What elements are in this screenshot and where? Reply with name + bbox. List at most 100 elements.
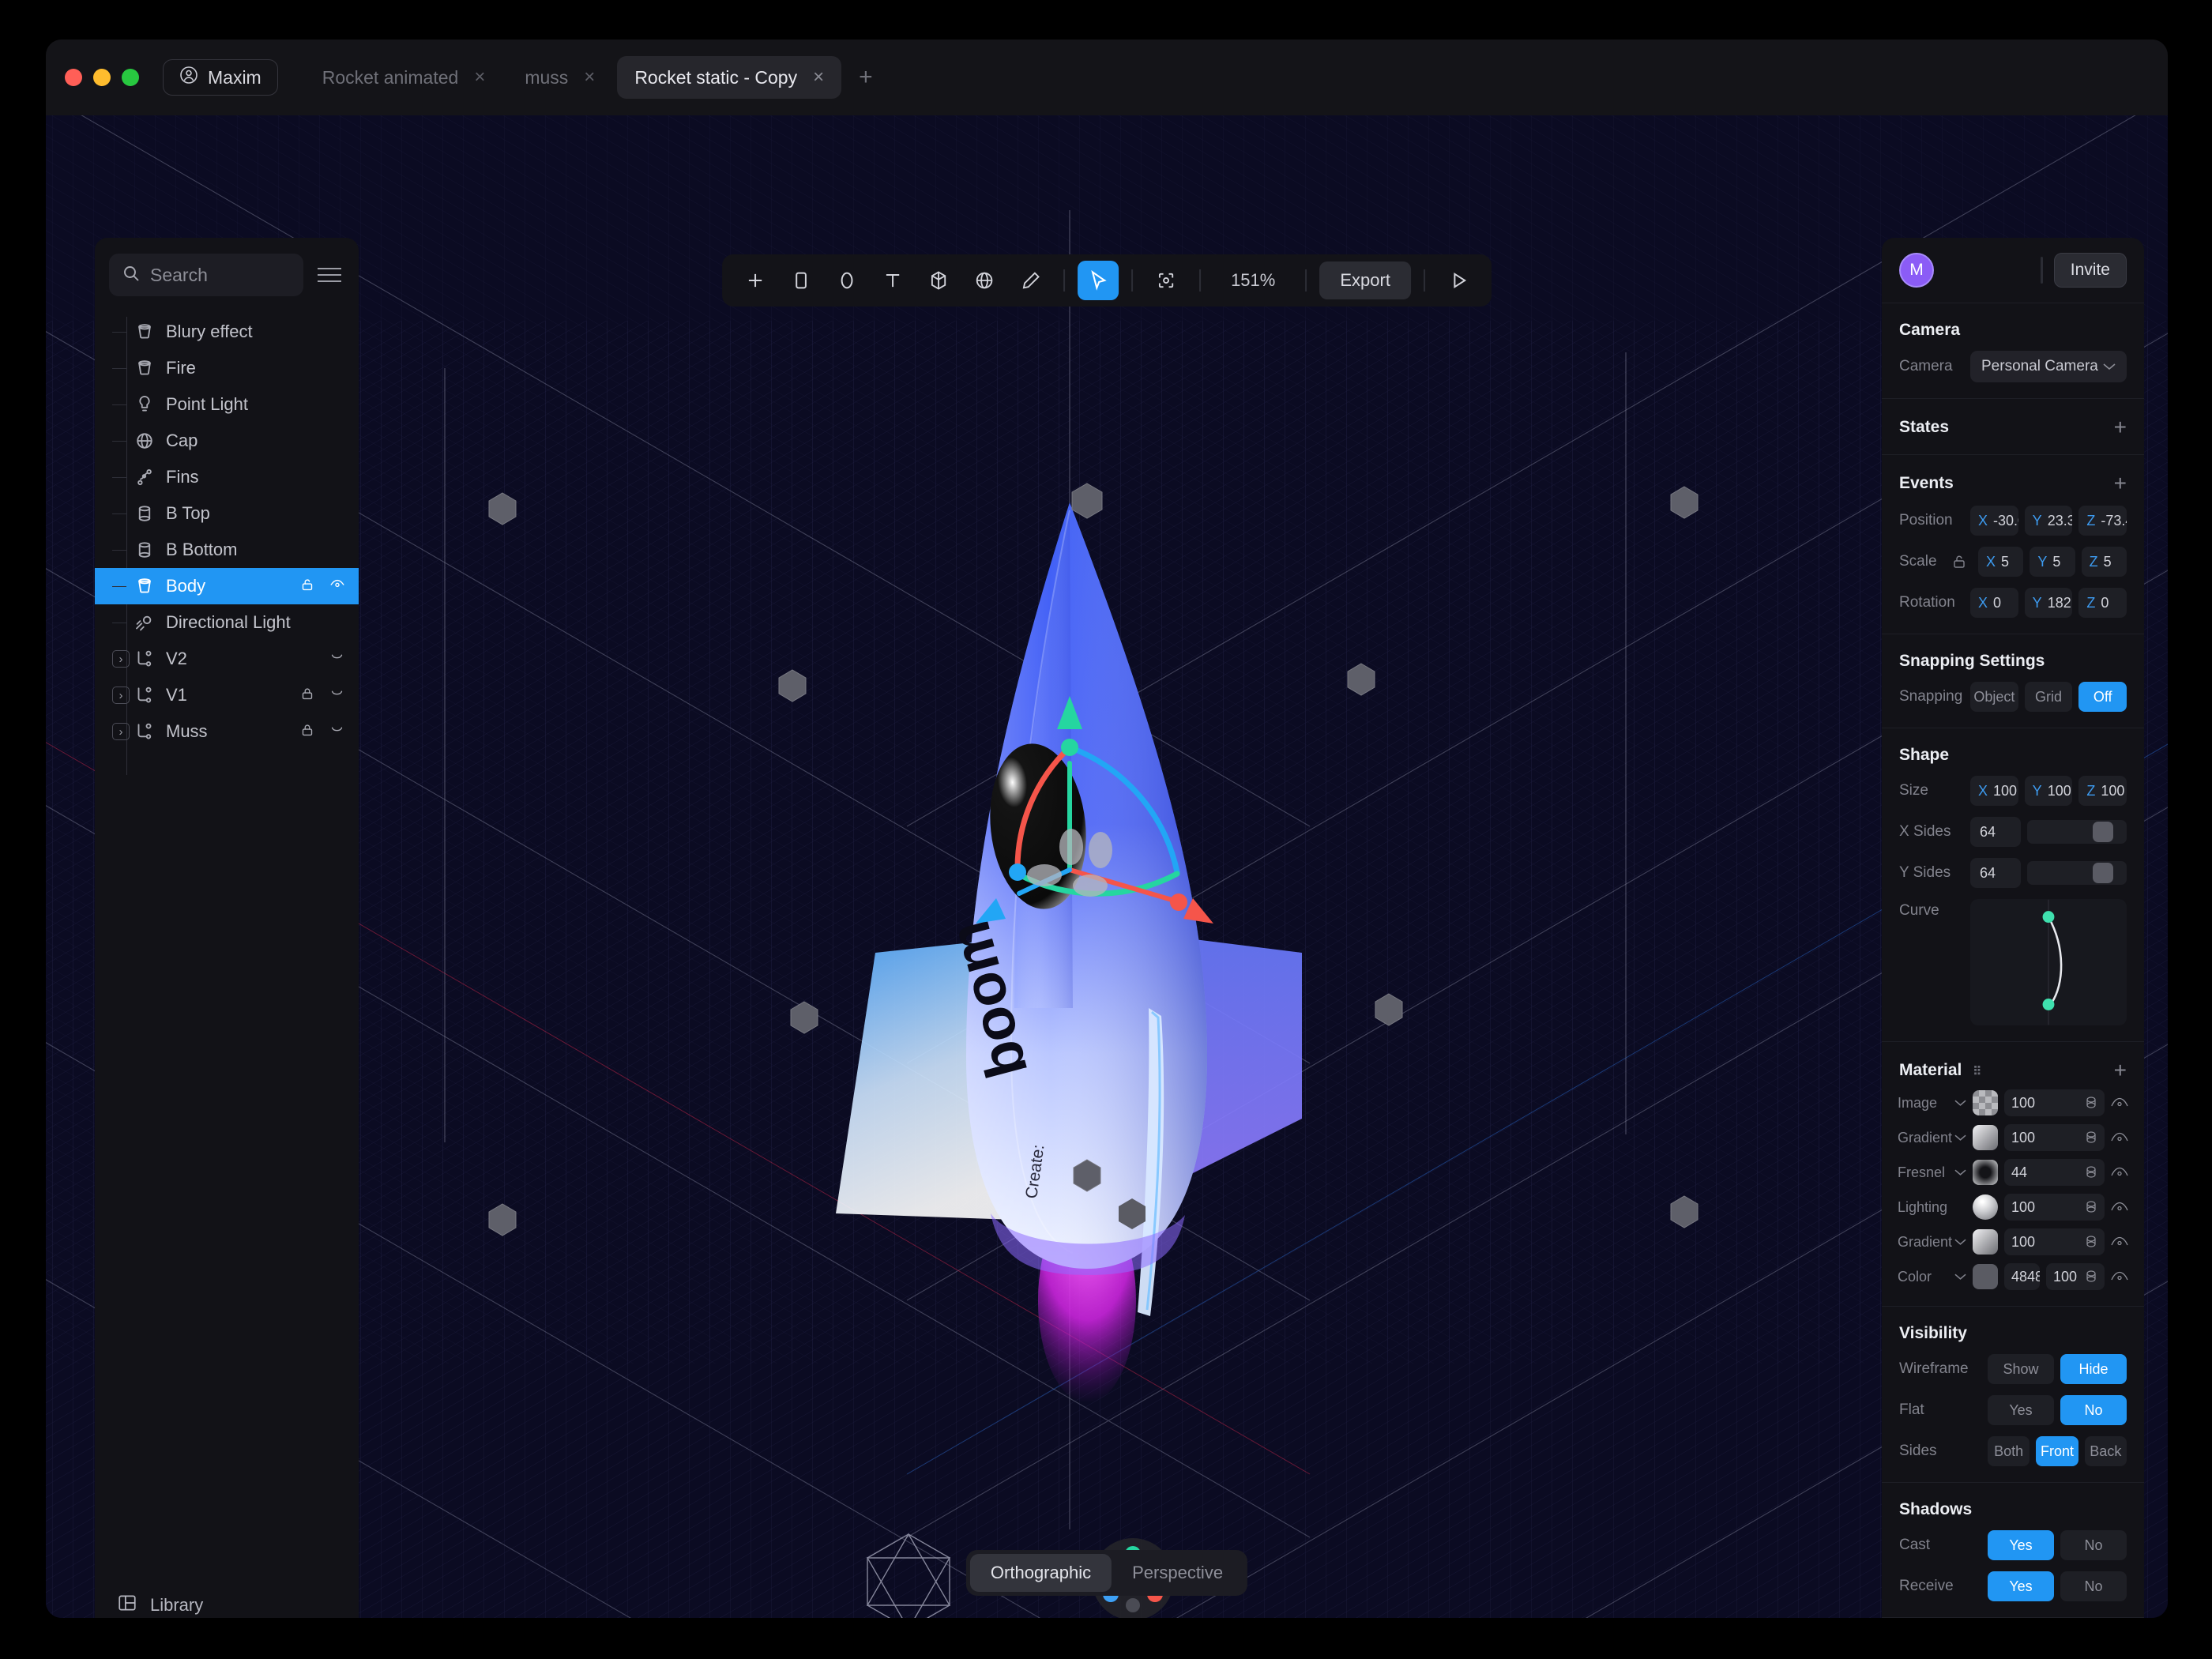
receive-yes-button[interactable]: Yes — [1988, 1571, 2054, 1601]
tab-muss[interactable]: muss × — [507, 56, 612, 99]
user-account-chip[interactable]: Maxim — [163, 59, 278, 96]
visibility-eye-icon[interactable] — [329, 576, 346, 597]
material-swatch[interactable] — [1973, 1160, 1998, 1185]
lock-icon[interactable] — [1951, 554, 1967, 570]
layer-item-blury-effect[interactable]: Blury effect — [95, 314, 359, 350]
scale-y-input[interactable]: Y5 — [2030, 547, 2075, 577]
tab-close-icon[interactable]: × — [813, 68, 824, 87]
visibility-eye-icon[interactable] — [2111, 1167, 2128, 1178]
search-input[interactable] — [150, 264, 291, 286]
layer-item-cap[interactable]: Cap — [95, 423, 359, 459]
material-swatch[interactable] — [1973, 1264, 1998, 1289]
layer-item-fins[interactable]: Fins — [95, 459, 359, 495]
blend-mode-icon[interactable] — [2085, 1270, 2097, 1284]
add-material-button[interactable]: + — [2114, 1059, 2127, 1082]
chevron-down-icon[interactable] — [1954, 1239, 1966, 1246]
add-icon[interactable] — [735, 261, 776, 300]
tab-close-icon[interactable]: × — [474, 68, 485, 87]
sphere-icon[interactable] — [964, 261, 1005, 300]
flat-yes-button[interactable]: Yes — [1988, 1395, 2054, 1425]
layer-item-point-light[interactable]: Point Light — [95, 386, 359, 423]
cube-icon[interactable] — [918, 261, 959, 300]
blend-mode-icon[interactable] — [2085, 1096, 2097, 1110]
layer-item-muss[interactable]: › Muss — [95, 713, 359, 750]
size-z-input[interactable]: Z 100 — [2078, 776, 2127, 806]
projection-orthographic[interactable]: Orthographic — [969, 1554, 1112, 1592]
snapping-off-button[interactable]: Off — [2078, 682, 2127, 712]
material-value-input[interactable]: 100 — [2004, 1124, 2105, 1151]
tab-close-icon[interactable]: × — [584, 68, 595, 87]
material-swatch[interactable] — [1973, 1090, 1998, 1115]
lock-icon[interactable] — [299, 721, 316, 743]
material-swatch[interactable] — [1973, 1125, 1998, 1150]
axis-neg-c[interactable] — [1126, 1598, 1140, 1612]
curve-editor[interactable] — [1970, 899, 2127, 1025]
rotation-x-input[interactable]: X0 — [1970, 588, 2018, 618]
scale-x-input[interactable]: X5 — [1978, 547, 2024, 577]
size-x-input[interactable]: X 100 — [1970, 776, 2018, 806]
material-swatch[interactable] — [1973, 1229, 1998, 1255]
layer-item-fire[interactable]: Fire — [95, 350, 359, 386]
cursor-icon[interactable] — [1078, 261, 1119, 300]
tab-rocket-animated[interactable]: Rocket animated × — [305, 56, 503, 99]
ellipse-icon[interactable] — [826, 261, 867, 300]
wireframe-hide-button[interactable]: Hide — [2060, 1354, 2127, 1384]
position-z-input[interactable]: Z-73.4 — [2078, 506, 2127, 536]
material-value-input[interactable]: 44 — [2004, 1159, 2105, 1186]
curve-handle-bottom[interactable] — [2042, 999, 2055, 1010]
curve-icon[interactable] — [329, 685, 346, 706]
material-swatch[interactable] — [1973, 1194, 1998, 1220]
minimize-window-button[interactable] — [93, 69, 111, 86]
visibility-eye-icon[interactable] — [2111, 1097, 2128, 1108]
cast-no-button[interactable]: No — [2060, 1530, 2127, 1560]
visibility-eye-icon[interactable] — [2111, 1236, 2128, 1247]
add-event-button[interactable]: + — [2114, 472, 2127, 495]
snapping-grid-button[interactable]: Grid — [2024, 682, 2073, 712]
position-y-input[interactable]: Y23.30 — [2024, 506, 2073, 536]
x-sides-slider[interactable] — [2027, 820, 2127, 844]
layer-item-b-bottom[interactable]: B Bottom — [95, 532, 359, 568]
snapping-object-button[interactable]: Object — [1970, 682, 2018, 712]
export-button[interactable]: Export — [1319, 261, 1411, 299]
receive-no-button[interactable]: No — [2060, 1571, 2127, 1601]
scale-z-input[interactable]: Z5 — [2081, 547, 2127, 577]
material-value-input[interactable]: 100 — [2004, 1228, 2105, 1255]
viewport-canvas[interactable]: boom Create: Search Blury effect Fire Po… — [46, 115, 2168, 1618]
cast-yes-button[interactable]: Yes — [1988, 1530, 2054, 1560]
material-value-input[interactable]: 4848 — [2004, 1263, 2040, 1290]
layer-item-directional-light[interactable]: Directional Light — [95, 604, 359, 641]
sides-back-button[interactable]: Back — [2084, 1436, 2127, 1466]
size-y-input[interactable]: Y 100 — [2024, 776, 2073, 806]
drag-handle-icon[interactable]: ⠿ — [1973, 1065, 1983, 1078]
x-sides-input[interactable]: 64 — [1970, 817, 2021, 847]
blend-mode-icon[interactable] — [2085, 1130, 2097, 1145]
chevron-down-icon[interactable] — [1954, 1100, 1966, 1107]
y-sides-input[interactable]: 64 — [1970, 858, 2021, 888]
footer-item-library[interactable]: Library — [95, 1585, 359, 1618]
layer-item-body[interactable]: Body — [95, 568, 359, 604]
wireframe-show-button[interactable]: Show — [1988, 1354, 2054, 1384]
blend-mode-icon[interactable] — [2085, 1235, 2097, 1249]
add-state-button[interactable]: + — [2114, 416, 2127, 438]
layer-item-b-top[interactable]: B Top — [95, 495, 359, 532]
pen-icon[interactable] — [1010, 261, 1051, 300]
chevron-down-icon[interactable] — [1954, 1169, 1966, 1176]
sides-front-button[interactable]: Front — [2036, 1436, 2078, 1466]
chevron-down-icon[interactable] — [1954, 1134, 1966, 1142]
material-value-input[interactable]: 100 — [2004, 1194, 2105, 1221]
position-x-input[interactable]: X-30.0 — [1970, 506, 2018, 536]
text-icon[interactable] — [872, 261, 913, 300]
curve-icon[interactable] — [329, 721, 346, 743]
visibility-eye-icon[interactable] — [2111, 1202, 2128, 1213]
search-box[interactable] — [109, 254, 303, 296]
material-extra-input[interactable]: 100 — [2046, 1263, 2105, 1290]
flat-no-button[interactable]: No — [2060, 1395, 2127, 1425]
lock-icon[interactable] — [299, 576, 316, 597]
rectangle-icon[interactable] — [781, 261, 822, 300]
tab-rocket-static-copy[interactable]: Rocket static - Copy × — [617, 56, 842, 99]
layer-item-v2[interactable]: › V2 — [95, 641, 359, 677]
rotation-z-input[interactable]: Z0 — [2078, 588, 2127, 618]
visibility-eye-icon[interactable] — [2111, 1271, 2128, 1282]
material-value-input[interactable]: 100 — [2004, 1089, 2105, 1116]
layer-item-v1[interactable]: › V1 — [95, 677, 359, 713]
